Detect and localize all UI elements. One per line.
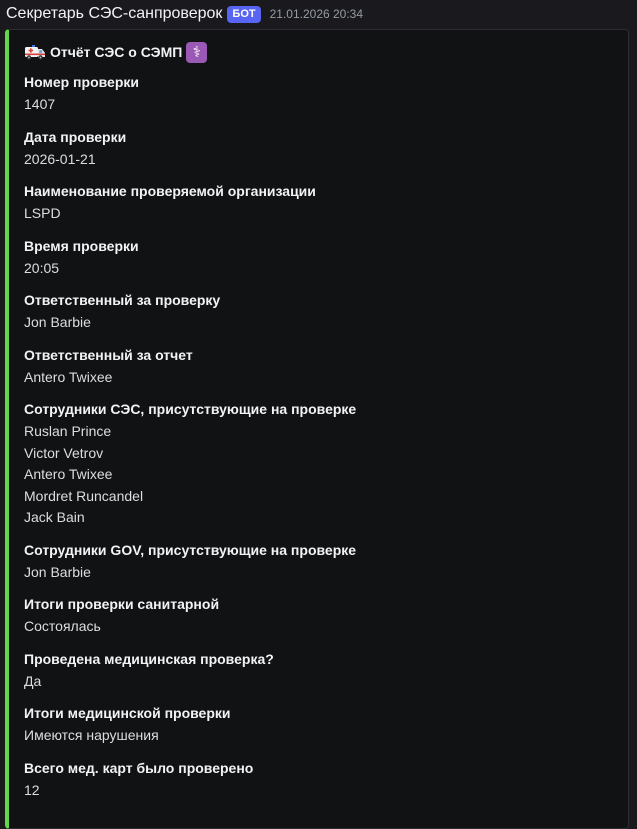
field-name: Всего мед. карт было проверено	[24, 759, 254, 776]
author-name[interactable]: Секретарь СЭС-санпроверок	[6, 5, 222, 23]
field-value-line: Mordret Runcandel	[24, 487, 144, 504]
field-value-line: Jack Bain	[24, 509, 85, 525]
embed-field: Ответственный за проверку Jon Barbie	[24, 291, 614, 334]
field-name: Номер проверки	[24, 74, 139, 90]
field-value-line: Antero Twixee	[24, 466, 113, 482]
embed-field: Ответственный за отчет Antero Twixee	[24, 346, 614, 389]
embed-field: Сотрудники СЭС, присутствующие на провер…	[24, 400, 614, 529]
field-value: Имеются нарушения	[24, 727, 159, 743]
field-value: 20:05	[24, 259, 60, 276]
embed-field: Дата проверки 2026-01-21	[24, 128, 614, 171]
embed-field: Время проверки 20:05	[24, 237, 614, 280]
embed-field: Итоги медицинской проверки Имеются наруше…	[24, 704, 614, 747]
embed-field: Сотрудники GOV, присутствующие на провер…	[24, 541, 614, 584]
embed-field: Проведена медицинская проверка? Да	[24, 650, 614, 693]
field-value: LSPD	[24, 205, 61, 221]
field-value: Antero Twixee	[24, 368, 113, 385]
report-embed: Отчёт СЭС о СЭМП ⚕ Номер проверки 1407 Дат…	[5, 29, 629, 829]
field-value: Ruslan Prince Victor Vetrov Antero Twixee M…	[24, 421, 614, 529]
field-value: 1407	[24, 96, 56, 112]
ambulance-icon	[24, 43, 46, 61]
embed-field: Всего мед. карт было проверено 12	[24, 759, 614, 802]
embed-field: Наименование проверяемой организации LSPD	[24, 182, 614, 225]
bot-badge: БОТ	[227, 5, 261, 23]
field-name: Сотрудники СЭС, присутствующие на провер…	[24, 401, 357, 417]
field-name: Проведена медицинская проверка?	[24, 650, 274, 667]
field-name: Сотрудники GOV, присутствующие на провер…	[24, 541, 357, 558]
field-name: Дата проверки	[24, 128, 127, 145]
field-value: Jon Barbie	[24, 563, 91, 580]
field-value: Да	[24, 672, 42, 689]
field-name: Время проверки	[24, 237, 139, 254]
embed-title: Отчёт СЭС о СЭМП ⚕	[24, 40, 208, 64]
embed-field: Итоги проверки санитарной Состоялась	[24, 595, 614, 638]
field-name: Итоги медицинской проверки	[24, 705, 231, 721]
field-value: Состоялась	[24, 618, 101, 634]
field-name: Ответственный за отчет	[24, 346, 193, 363]
field-value: 2026-01-21	[24, 150, 96, 167]
embed-fields: Номер проверки 1407 Дата проверки 2026-01-2…	[24, 73, 614, 813]
field-value: 12	[24, 781, 40, 798]
field-value: Jon Barbie	[24, 314, 91, 330]
embed-title-text: Отчёт СЭС о СЭМП	[50, 44, 183, 60]
field-value-line: Victor Vetrov	[24, 444, 104, 461]
embed-field: Номер проверки 1407	[24, 73, 614, 116]
field-name: Итоги проверки санитарной	[24, 596, 220, 612]
medical-staff-icon: ⚕	[186, 41, 208, 63]
field-value-line: Ruslan Prince	[24, 423, 112, 439]
field-name: Ответственный за проверку	[24, 292, 221, 308]
message-header: Секретарь СЭС-санпроверок БОТ 21.01.2026…	[6, 3, 363, 25]
message-timestamp[interactable]: 21.01.2026 20:34	[270, 7, 363, 21]
field-name: Наименование проверяемой организации	[24, 183, 316, 199]
